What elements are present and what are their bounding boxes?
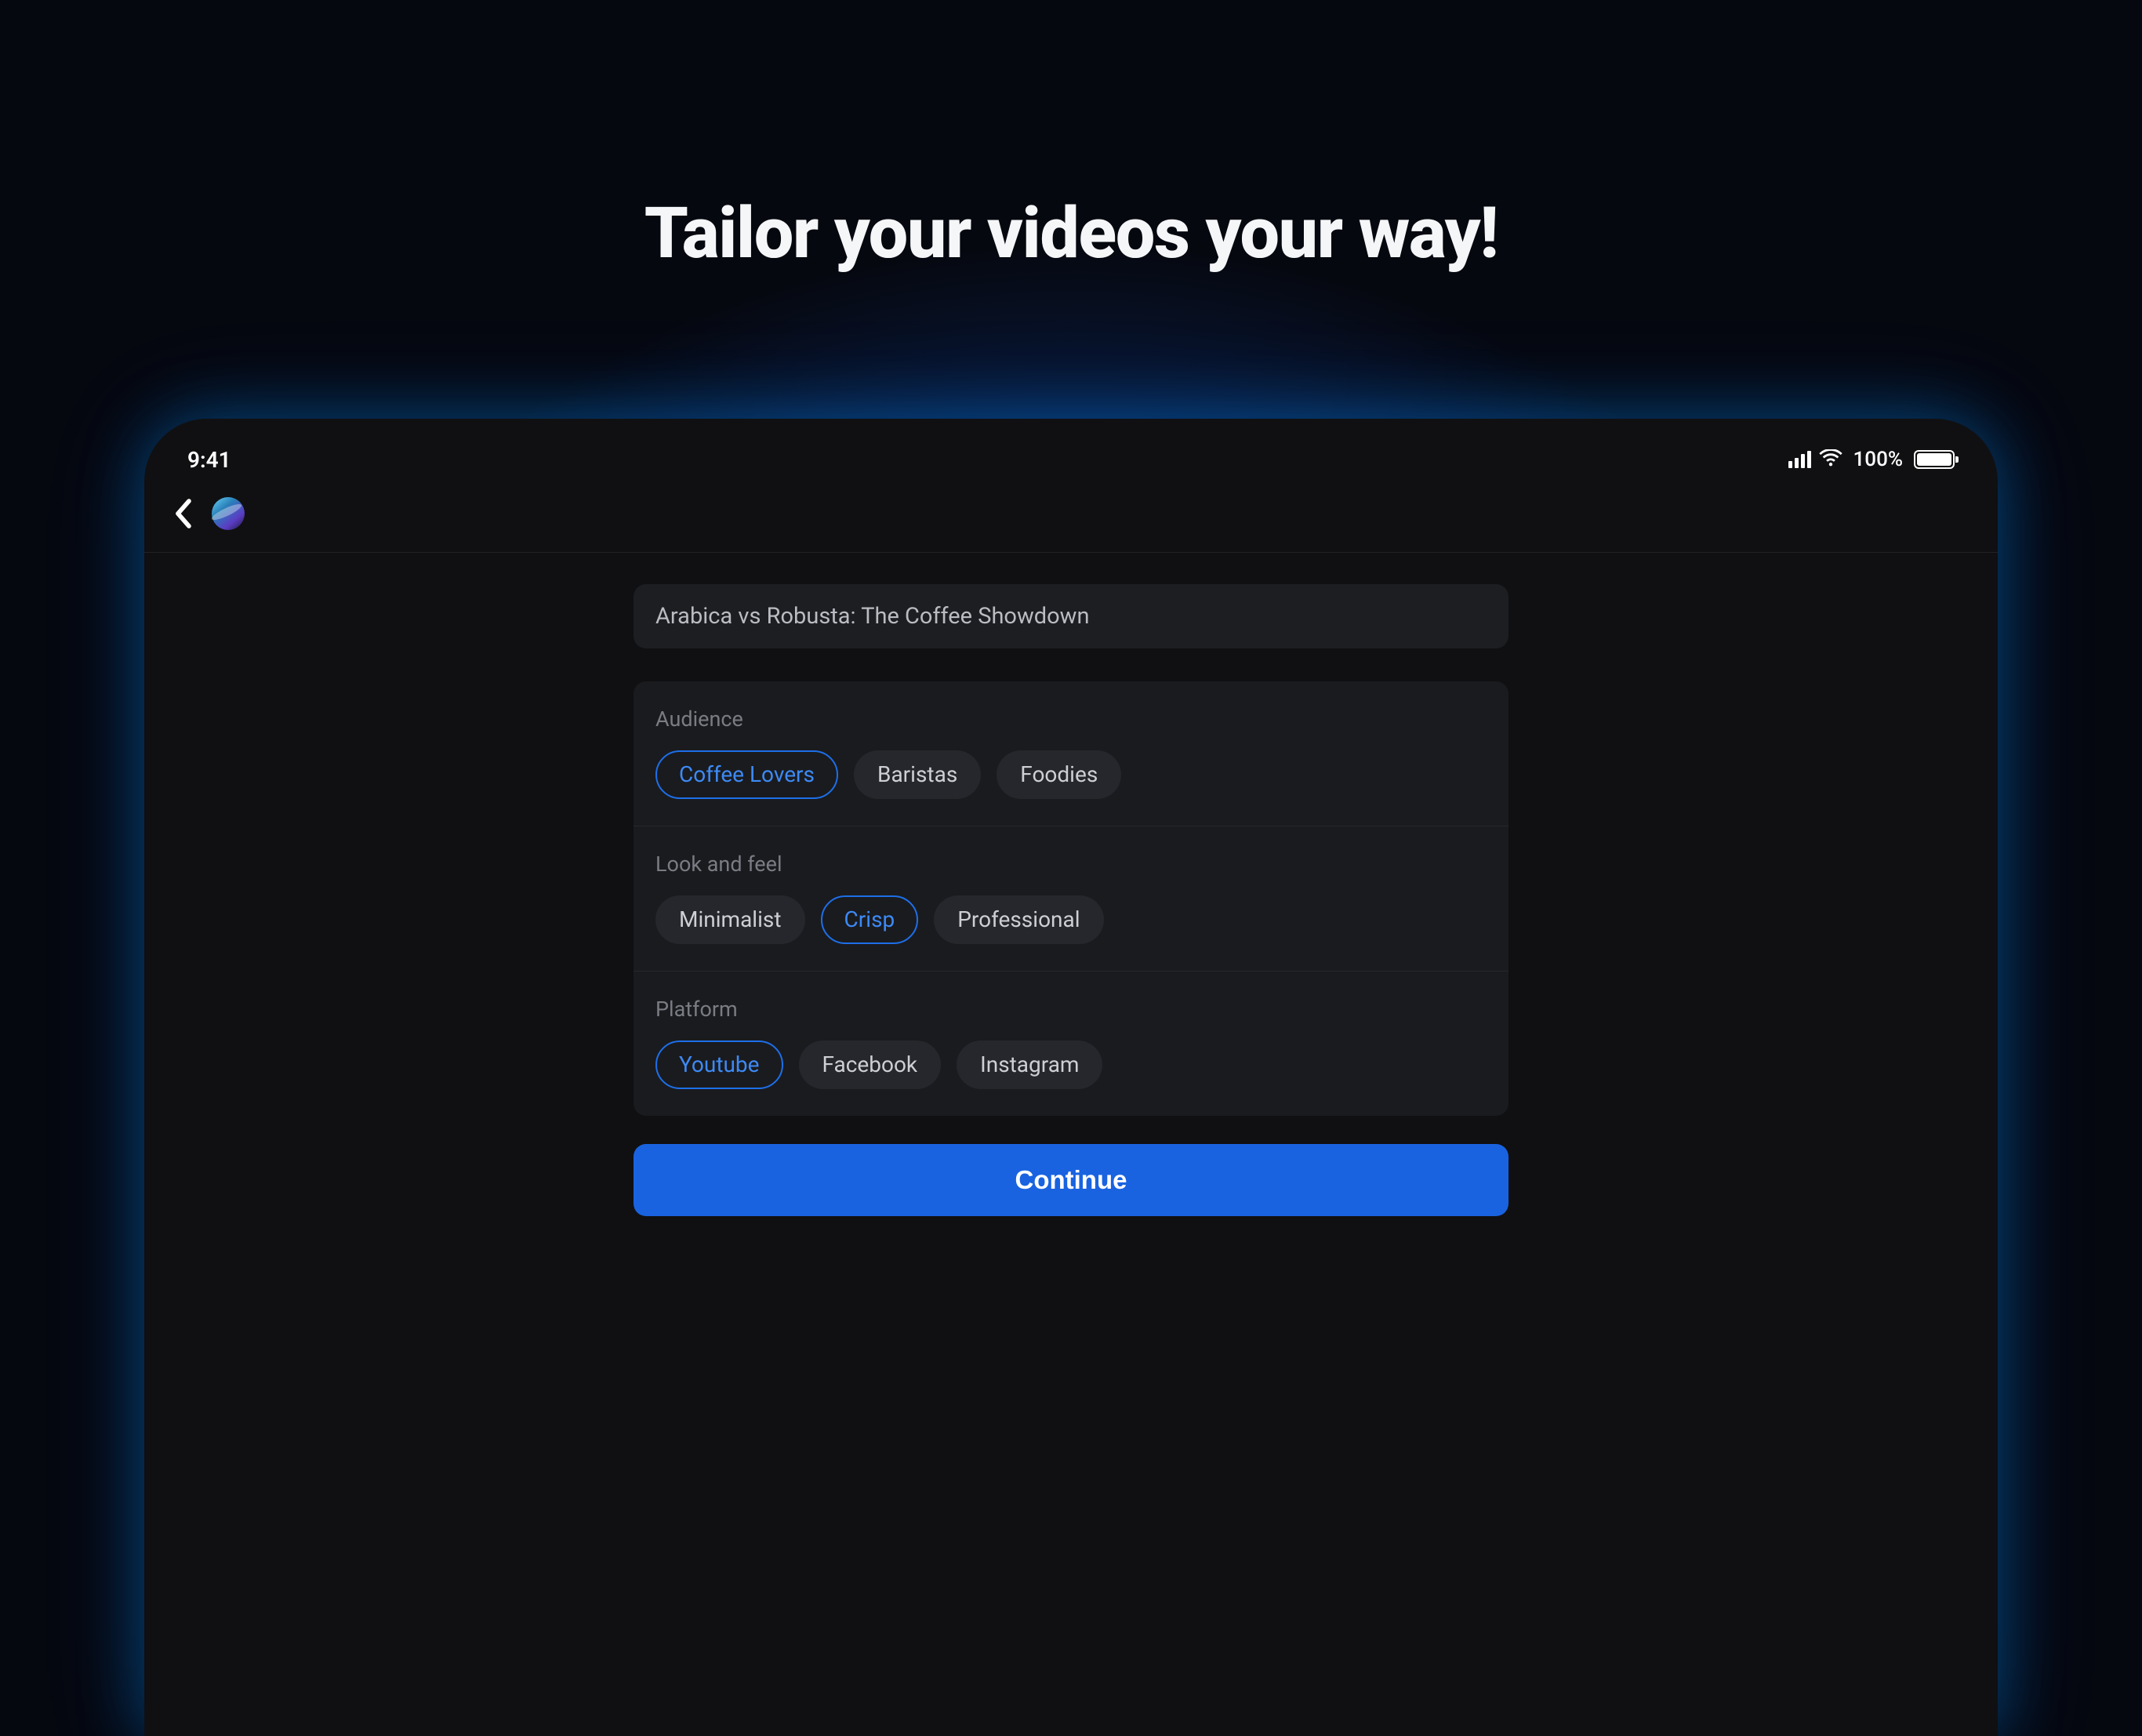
platform-chip-instagram[interactable]: Instagram — [957, 1041, 1102, 1089]
status-bar: 9:41 100% — [144, 419, 1998, 489]
platform-section: Platform Youtube Facebook Instagram — [634, 972, 1508, 1116]
battery-percentage: 100% — [1853, 448, 1903, 471]
content-area: Arabica vs Robusta: The Coffee Showdown … — [144, 553, 1998, 1216]
battery-icon — [1914, 450, 1955, 469]
audience-chip-foodies[interactable]: Foodies — [997, 750, 1121, 799]
look-chip-professional[interactable]: Professional — [934, 895, 1103, 944]
look-section: Look and feel Minimalist Crisp Professio… — [634, 826, 1508, 972]
look-label: Look and feel — [655, 852, 1487, 877]
back-button[interactable] — [172, 498, 193, 529]
nav-bar — [144, 489, 1998, 553]
status-time: 9:41 — [187, 447, 231, 473]
platform-chip-facebook[interactable]: Facebook — [799, 1041, 942, 1089]
page-headline: Tailor your videos your way! — [644, 192, 1498, 274]
audience-chips: Coffee Lovers Baristas Foodies — [655, 750, 1487, 799]
video-title-input[interactable]: Arabica vs Robusta: The Coffee Showdown — [634, 584, 1508, 648]
look-chip-minimalist[interactable]: Minimalist — [655, 895, 805, 944]
audience-chip-baristas[interactable]: Baristas — [854, 750, 981, 799]
continue-button[interactable]: Continue — [634, 1144, 1508, 1216]
audience-label: Audience — [655, 706, 1487, 732]
app-logo-icon — [212, 497, 245, 530]
device-frame: 9:41 100% Arabica vs Robusta: The Coff — [144, 419, 1998, 1736]
platform-label: Platform — [655, 997, 1487, 1022]
options-card: Audience Coffee Lovers Baristas Foodies … — [634, 681, 1508, 1116]
wifi-icon — [1819, 449, 1842, 470]
platform-chips: Youtube Facebook Instagram — [655, 1041, 1487, 1089]
platform-chip-youtube[interactable]: Youtube — [655, 1041, 783, 1089]
look-chips: Minimalist Crisp Professional — [655, 895, 1487, 944]
audience-chip-coffee-lovers[interactable]: Coffee Lovers — [655, 750, 838, 799]
look-chip-crisp[interactable]: Crisp — [821, 895, 919, 944]
audience-section: Audience Coffee Lovers Baristas Foodies — [634, 681, 1508, 826]
status-indicators: 100% — [1788, 448, 1955, 471]
cellular-icon — [1788, 451, 1811, 468]
